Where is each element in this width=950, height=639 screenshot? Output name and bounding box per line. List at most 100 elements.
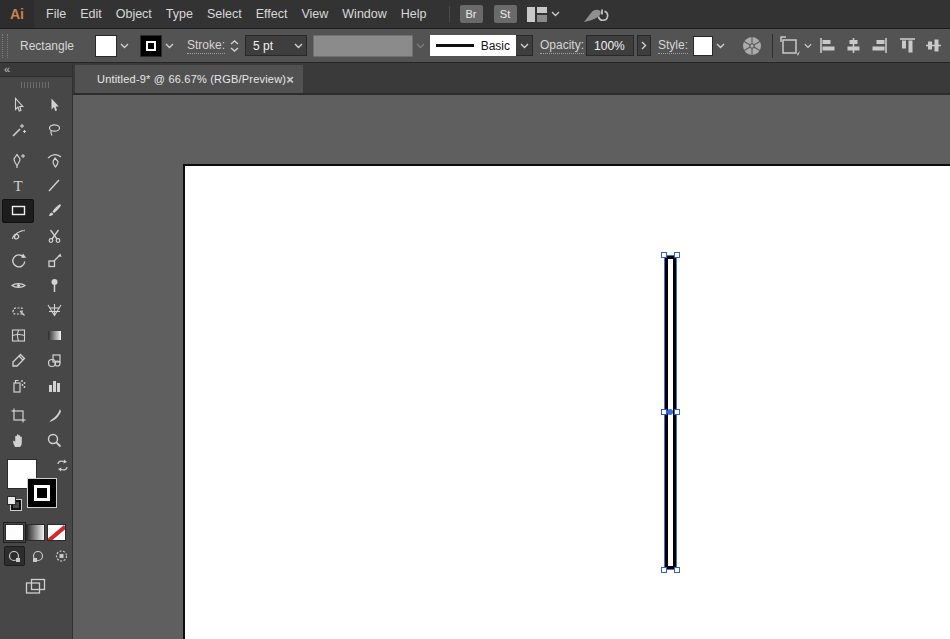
zoom-tool[interactable] [36, 428, 72, 453]
menu-edit[interactable]: Edit [73, 0, 109, 28]
curvature-tool[interactable] [36, 148, 72, 173]
menu-object[interactable]: Object [109, 0, 159, 28]
style-control[interactable] [693, 35, 727, 57]
control-separator [772, 34, 773, 58]
menu-file[interactable]: File [39, 0, 73, 28]
rotate-tool[interactable] [0, 248, 36, 273]
stroke-weight-stepper[interactable] [230, 40, 239, 52]
menu-window[interactable]: Window [335, 0, 393, 28]
stroke-chevron[interactable] [162, 35, 176, 57]
swap-fill-stroke-icon[interactable] [56, 459, 69, 472]
type-tool[interactable]: T [0, 173, 36, 198]
style-swatch[interactable] [693, 36, 713, 56]
color-mode-buttons [0, 521, 72, 543]
opacity-field[interactable]: 100% [586, 35, 634, 56]
magic-wand-tool[interactable] [0, 118, 36, 143]
opacity-label[interactable]: Opacity: [540, 38, 584, 54]
stroke-weight-dropdown[interactable] [290, 36, 306, 55]
align-left-icon[interactable] [819, 37, 836, 54]
stroke-weight-field[interactable]: 5 pt [245, 35, 307, 56]
align-right-icon[interactable] [871, 37, 888, 54]
selection-handle[interactable] [674, 567, 680, 573]
draw-normal-button[interactable] [4, 546, 25, 566]
stroke-color-control[interactable] [140, 35, 176, 57]
brush-definition-control[interactable]: Basic [430, 35, 533, 56]
tool-panel-collapse[interactable]: « [0, 63, 72, 77]
stroke-weight-value[interactable]: 5 pt [246, 39, 290, 53]
selected-rectangle[interactable] [664, 255, 677, 570]
pen-tool[interactable] [0, 148, 36, 173]
opacity-value[interactable]: 100% [587, 39, 633, 53]
puppet-warp-tool[interactable] [36, 273, 72, 298]
gradient-button[interactable] [26, 524, 45, 541]
none-button[interactable] [47, 524, 66, 541]
selection-handle[interactable] [661, 567, 667, 573]
workspace-switcher[interactable] [527, 7, 564, 22]
shape-builder-tool[interactable] [0, 298, 36, 323]
document-tab[interactable]: Untitled-9* @ 66.67% (RGB/Preview) × [75, 65, 303, 93]
line-segment-tool[interactable] [36, 173, 72, 198]
column-graph-tool[interactable] [36, 373, 72, 398]
scale-tool[interactable] [36, 248, 72, 273]
selection-handle[interactable] [661, 252, 667, 258]
menu-effect[interactable]: Effect [249, 0, 295, 28]
lasso-tool[interactable] [36, 118, 72, 143]
artboard[interactable] [183, 164, 950, 639]
direct-selection-tool[interactable] [36, 93, 72, 118]
transform-control[interactable] [779, 35, 812, 57]
rectangle-tool[interactable] [0, 198, 36, 223]
color-button[interactable] [5, 524, 24, 541]
draw-behind-button[interactable] [28, 546, 49, 566]
default-fill-stroke-icon[interactable] [7, 496, 23, 511]
menu-select[interactable]: Select [200, 0, 249, 28]
slice-tool[interactable] [36, 403, 72, 428]
tab-close-icon[interactable]: × [286, 72, 294, 87]
perspective-grid-tool[interactable] [36, 298, 72, 323]
fill-color-control[interactable] [95, 35, 131, 57]
align-vcenter-icon[interactable] [925, 37, 942, 54]
control-bar: Rectangle Stroke: 5 pt Basic [0, 29, 950, 63]
opacity-expand-button[interactable] [637, 35, 651, 56]
paintbrush-tool[interactable] [36, 198, 72, 223]
style-label[interactable]: Style: [658, 38, 688, 54]
control-bar-grip[interactable] [2, 34, 8, 58]
stroke-swatch[interactable] [140, 35, 162, 57]
selection-tool[interactable] [0, 93, 36, 118]
gpu-performance-icon[interactable] [582, 5, 609, 24]
shaper-tool[interactable] [0, 223, 36, 248]
menu-view[interactable]: View [294, 0, 335, 28]
fill-chevron[interactable] [117, 35, 131, 57]
scissors-tool[interactable] [36, 223, 72, 248]
brush-dropdown[interactable] [516, 35, 533, 56]
screen-mode-button[interactable] [0, 571, 72, 601]
fill-swatch[interactable] [95, 35, 117, 57]
bridge-button[interactable]: Br [460, 5, 483, 23]
gradient-tool[interactable] [36, 323, 72, 348]
draw-inside-button[interactable] [51, 546, 72, 566]
selection-center-point[interactable] [667, 409, 673, 415]
blend-tool[interactable] [36, 348, 72, 373]
width-tool[interactable] [0, 273, 36, 298]
stock-button[interactable]: St [494, 5, 517, 23]
artboard-tool[interactable] [0, 403, 36, 428]
style-chevron[interactable] [713, 35, 727, 57]
symbol-sprayer-tool[interactable] [0, 373, 36, 398]
canvas[interactable] [73, 95, 950, 639]
tool-panel-grip[interactable] [0, 77, 72, 93]
selection-handle[interactable] [674, 252, 680, 258]
recolor-artwork-icon[interactable] [741, 35, 763, 57]
align-top-icon[interactable] [899, 37, 916, 54]
stepper-up-icon[interactable] [230, 40, 239, 45]
mesh-tool[interactable] [0, 323, 36, 348]
stroke-weight-label[interactable]: Stroke: [187, 38, 225, 54]
menu-type[interactable]: Type [159, 0, 200, 28]
align-center-icon[interactable] [845, 37, 862, 54]
brush-preview[interactable]: Basic [430, 35, 516, 56]
eyedropper-tool[interactable] [0, 348, 36, 373]
selection-handle[interactable] [674, 409, 680, 415]
stroke-indicator[interactable] [27, 478, 57, 508]
width-profile-dropdown [313, 35, 413, 57]
stepper-down-icon[interactable] [230, 47, 239, 52]
hand-tool[interactable] [0, 428, 36, 453]
menu-help[interactable]: Help [394, 0, 434, 28]
